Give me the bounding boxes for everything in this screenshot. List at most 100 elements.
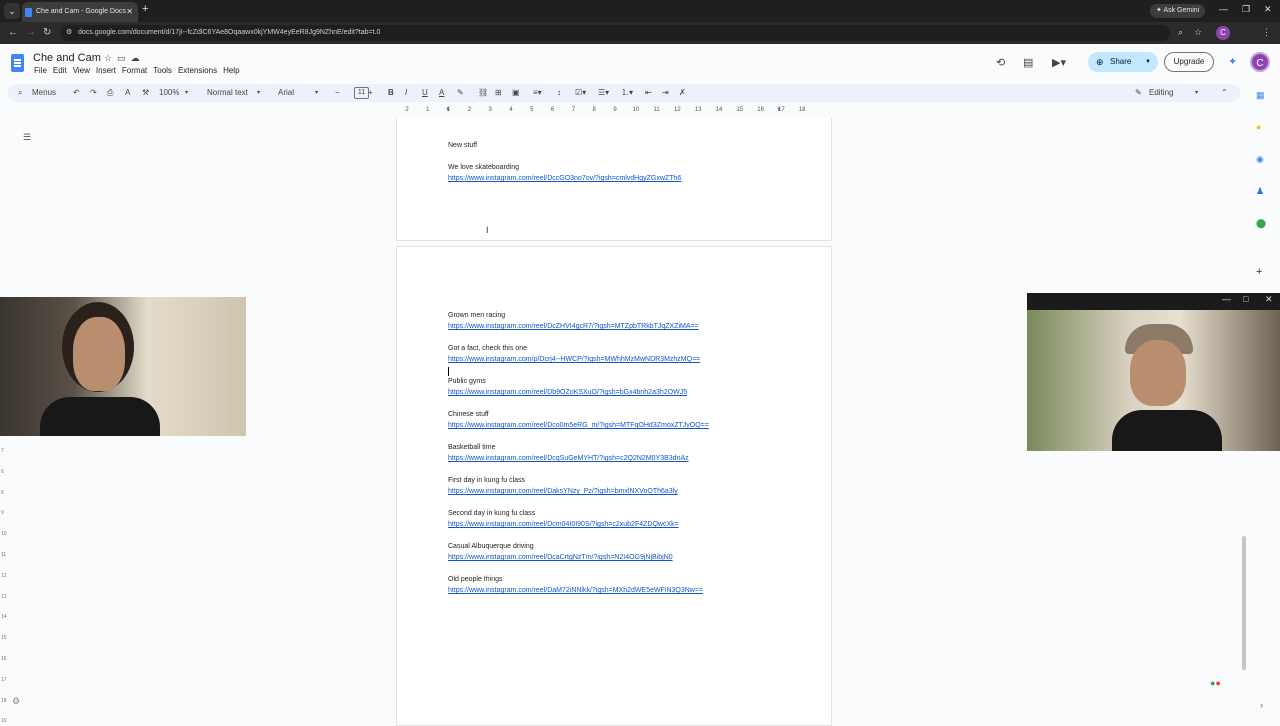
paint-format-icon[interactable]: ⚒: [142, 84, 149, 102]
print-icon[interactable]: ⎙: [107, 84, 113, 102]
align-icon[interactable]: ≡▾: [533, 84, 542, 102]
menu-edit[interactable]: Edit: [53, 66, 67, 75]
entry-link[interactable]: https://www.instagram.com/reel/DcZHVI4gc…: [448, 323, 699, 330]
redo-icon[interactable]: ↷: [90, 84, 97, 102]
scrollbar[interactable]: [1242, 536, 1246, 670]
add-comment-icon[interactable]: ⊞: [495, 84, 502, 102]
entry-link[interactable]: https://www.instagram.com/reel/DaksYNzy_…: [448, 488, 678, 495]
entry-title: Casual Albuquerque driving: [448, 543, 534, 550]
line-spacing-icon[interactable]: ↕: [557, 84, 561, 102]
new-tab-icon[interactable]: +: [142, 3, 148, 15]
reload-icon[interactable]: ↻: [43, 27, 51, 39]
bulleted-list-icon[interactable]: ☰▾: [598, 84, 609, 102]
entry-link[interactable]: https://www.instagram.com/reel/Db9OZoKSX…: [448, 389, 687, 396]
move-folder-icon[interactable]: ▭: [117, 53, 131, 63]
font-size-input[interactable]: 11: [354, 87, 369, 99]
contacts-icon[interactable]: ♟: [1256, 186, 1264, 197]
browser-tab[interactable]: Che and Cam - Google Docs ✕: [22, 2, 138, 22]
back-icon[interactable]: ←: [8, 27, 18, 39]
browser-profile-avatar[interactable]: C: [1216, 26, 1230, 40]
increase-font-icon[interactable]: +: [368, 84, 373, 102]
entry-link[interactable]: https://www.instagram.com/reel/DccGO3no7…: [448, 175, 681, 182]
entry-link[interactable]: https://www.instagram.com/reel/Dcm04I0I9…: [448, 521, 679, 528]
restore-window-icon[interactable]: ❐: [1242, 4, 1250, 15]
ruler-tick-label: 5: [530, 107, 534, 113]
zoom-page-icon[interactable]: ⌕: [1178, 27, 1183, 38]
menu-insert[interactable]: Insert: [96, 66, 116, 75]
menu-help[interactable]: Help: [223, 66, 239, 75]
decrease-font-icon[interactable]: −: [335, 84, 340, 102]
forward-icon[interactable]: →: [26, 27, 36, 39]
close-window-icon[interactable]: ✕: [1264, 4, 1272, 15]
tab-title: Che and Cam - Google Docs: [36, 8, 126, 15]
gemini-spark-icon[interactable]: ✦: [1228, 55, 1237, 68]
pip-maximize-icon[interactable]: □: [1243, 294, 1248, 304]
tasks-icon[interactable]: ◉: [1256, 154, 1264, 165]
bold-icon[interactable]: B: [388, 84, 394, 102]
clear-formatting-icon[interactable]: ✗: [679, 84, 686, 102]
font-select[interactable]: Arial: [278, 84, 294, 102]
numbered-list-icon[interactable]: ⒈▾: [621, 84, 633, 102]
editing-mode-select[interactable]: Editing: [1149, 84, 1173, 102]
document-title[interactable]: Che and Cam: [33, 52, 101, 64]
entry-link[interactable]: https://www.instagram.com/reel/Dco0m5eRG…: [448, 422, 709, 429]
tab-search-icon[interactable]: ⌄: [4, 3, 20, 19]
browser-menu-icon[interactable]: ⋮: [1262, 27, 1271, 38]
share-dropdown-icon[interactable]: ▼: [1145, 52, 1151, 72]
pip-close-icon[interactable]: ✕: [1265, 294, 1273, 305]
minimize-window-icon[interactable]: —: [1219, 4, 1228, 14]
search-menus[interactable]: Menus: [32, 84, 56, 102]
share-button[interactable]: ⊕ Share ▼: [1088, 52, 1158, 72]
meet-icon[interactable]: ▶▾: [1052, 56, 1066, 69]
comments-icon[interactable]: ▤: [1023, 56, 1033, 69]
undo-icon[interactable]: ↶: [73, 84, 80, 102]
collapse-toolbar-icon[interactable]: ⌃: [1221, 84, 1228, 102]
checklist-icon[interactable]: ☑▾: [575, 84, 586, 102]
close-tab-icon[interactable]: ✕: [126, 2, 133, 22]
url-field[interactable]: ⚙ docs.google.com/document/d/17jI--fcZdl…: [60, 25, 1170, 41]
keep-icon[interactable]: ●: [1256, 122, 1261, 132]
menu-view[interactable]: View: [73, 66, 90, 75]
spellcheck-icon[interactable]: A: [125, 84, 130, 102]
entry-link[interactable]: https://www.instagram.com/reel/DcqSuGeMY…: [448, 455, 689, 462]
account-avatar[interactable]: C: [1250, 52, 1270, 72]
underline-icon[interactable]: U: [422, 84, 428, 102]
browser-tab-strip: ⌄ Che and Cam - Google Docs ✕ + ✦ Ask Ge…: [0, 0, 1280, 22]
insert-image-icon[interactable]: ▣: [512, 84, 520, 102]
entry-link[interactable]: https://www.instagram.com/reel/DcaCrtgNz…: [448, 554, 673, 561]
menu-extensions[interactable]: Extensions: [178, 66, 217, 75]
highlight-icon[interactable]: ✎: [457, 84, 464, 102]
entry-title: Got a fact, check this one: [448, 345, 527, 352]
upgrade-button[interactable]: Upgrade: [1164, 52, 1214, 72]
menu-format[interactable]: Format: [122, 66, 147, 75]
accessibility-icon[interactable]: ⚙: [12, 696, 20, 707]
entry-link[interactable]: https://www.instagram.com/p/Dcrj4--HWCP/…: [448, 356, 700, 363]
add-addon-icon[interactable]: +: [1256, 266, 1262, 278]
increase-indent-icon[interactable]: ⇥: [662, 84, 669, 102]
style-select[interactable]: Normal text: [207, 84, 248, 102]
maps-icon[interactable]: ⬤: [1256, 218, 1266, 229]
italic-icon[interactable]: I: [405, 84, 407, 102]
menu-tools[interactable]: Tools: [153, 66, 172, 75]
pip-minimize-icon[interactable]: —: [1222, 294, 1231, 304]
text-color-icon[interactable]: A: [439, 84, 444, 102]
bookmark-star-icon[interactable]: ☆: [1194, 27, 1202, 38]
zoom-select[interactable]: 100%: [159, 84, 179, 102]
docs-logo-icon[interactable]: [11, 54, 24, 72]
document-outline-icon[interactable]: ☰: [23, 132, 31, 143]
entry-link[interactable]: https://www.instagram.com/reel/DaM72iNNl…: [448, 587, 703, 594]
star-icon[interactable]: ☆: [104, 53, 117, 63]
horizontal-ruler[interactable]: ▼ ▼ 2 1 1 2 3 4 5 6 7 8 9 10 11 12 13 14 15 16 17 18: [396, 106, 832, 118]
ask-gemini-button[interactable]: ✦ Ask Gemini: [1150, 4, 1206, 18]
entry-title: Chinese stuff: [448, 411, 489, 418]
site-info-icon[interactable]: ⚙: [66, 25, 72, 41]
search-icon[interactable]: ⌕: [18, 84, 22, 102]
calendar-icon[interactable]: ▦: [1256, 90, 1265, 101]
expand-panel-icon[interactable]: ›: [1260, 700, 1263, 710]
menu-file[interactable]: File: [34, 66, 47, 75]
address-bar-row: ← → ↻ ⚙ docs.google.com/document/d/17jI-…: [0, 22, 1280, 44]
link-icon[interactable]: ⛓: [478, 84, 488, 102]
version-history-icon[interactable]: ⟲: [996, 56, 1005, 69]
decrease-indent-icon[interactable]: ⇤: [645, 84, 652, 102]
explore-icon[interactable]: ●●: [1210, 678, 1221, 688]
